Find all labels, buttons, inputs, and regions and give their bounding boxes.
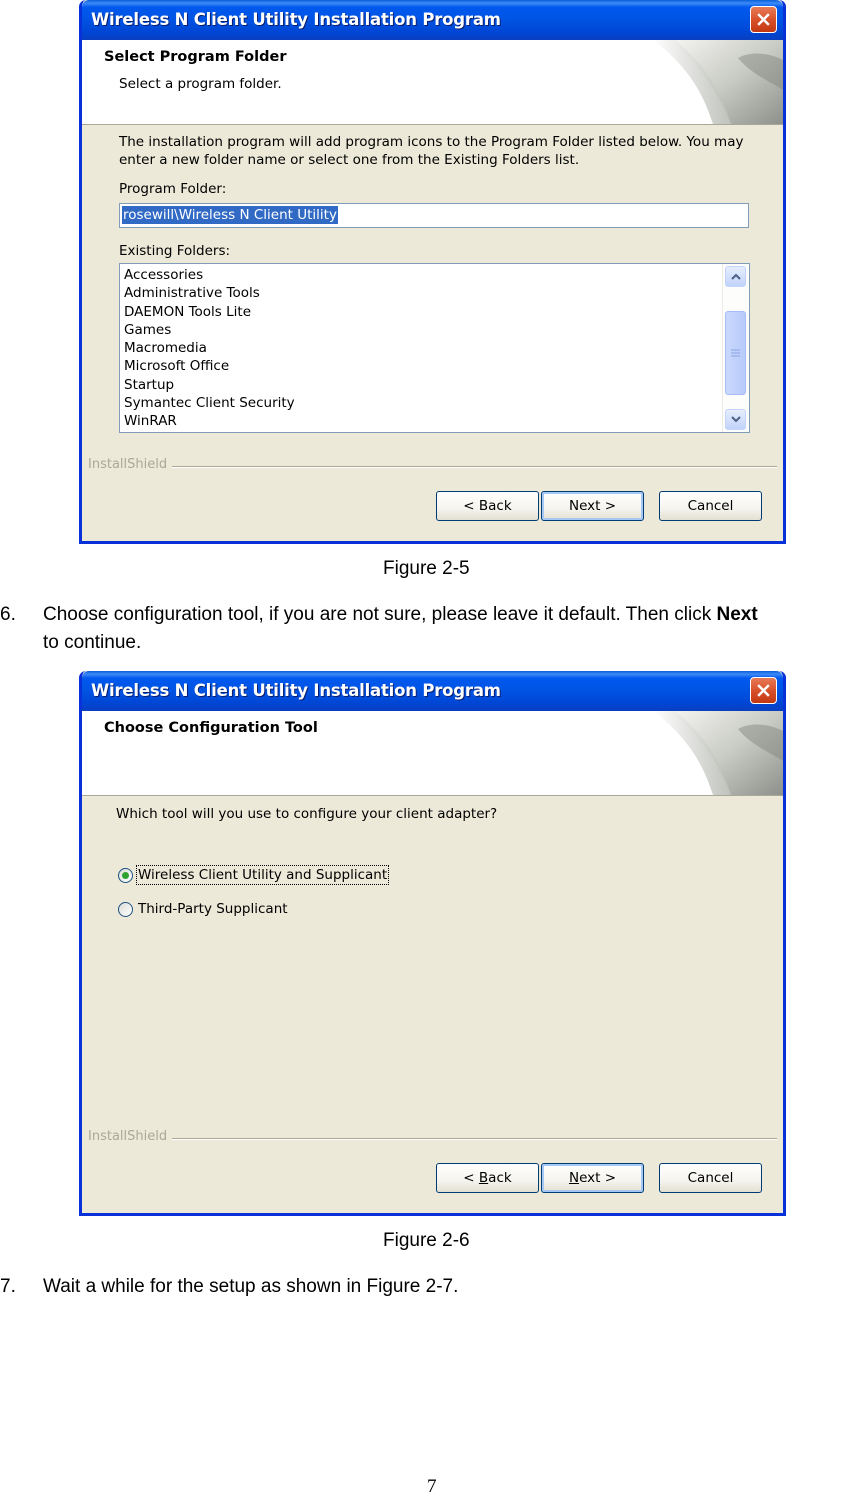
step-6-text: Choose configuration tool, if you are no… [43,601,758,628]
next-button-rest: ext > [579,1170,617,1186]
chevron-down-icon [730,416,741,423]
folder-list-item[interactable]: Accessories [124,266,295,284]
figure-2-5-caption: Figure 2-5 [383,558,470,579]
folder-list-item[interactable]: WinRAR [124,412,295,430]
installshield-header-art-icon [653,711,783,795]
option-wireless-client-utility-label[interactable]: Wireless Client Utility and Supplicant [135,865,390,885]
folder-list-item[interactable]: DAEMON Tools Lite [124,303,295,321]
radio-selected-dot [122,872,129,879]
header-subtitle: Select a program folder. [119,76,282,92]
step-6-text-line-2: to continue. [43,632,142,653]
existing-folders-label: Existing Folders: [119,243,231,259]
program-folder-label: Program Folder: [119,181,227,197]
folder-list-item[interactable]: Games [124,321,295,339]
header-panel: Select Program Folder Select a program f… [82,40,783,125]
radio-wireless-client-utility[interactable] [118,868,133,883]
scroll-down-button[interactable] [725,409,746,430]
header-title: Select Program Folder [104,49,287,65]
step-6-text-bold: Next [716,604,758,625]
back-button-prefix: < [463,1170,479,1186]
program-folder-value: rosewill\Wireless N Client Utility [122,206,338,224]
program-folder-input[interactable]: rosewill\Wireless N Client Utility [119,203,749,228]
folders-scrollbar[interactable] [722,264,749,432]
back-button[interactable]: < Back [436,491,539,521]
back-button-rest: ack [488,1170,512,1186]
option-third-party-supplicant-label[interactable]: Third-Party Supplicant [137,900,289,918]
separator [172,1138,777,1140]
grip-icon [731,349,740,357]
close-icon [757,13,770,26]
installshield-label: InstallShield [88,1129,168,1144]
folder-list-item[interactable]: Symantec Client Security [124,394,295,412]
figure-2-6-caption: Figure 2-6 [383,1230,470,1251]
close-icon [757,684,770,697]
scroll-thumb[interactable] [725,311,746,395]
step-6-text-main: Choose configuration tool, if you are no… [43,604,717,625]
folder-list-item[interactable]: Macromedia [124,339,295,357]
step-7-number: 7. [0,1276,16,1297]
scroll-up-button[interactable] [725,266,746,287]
chevron-up-icon [730,273,741,280]
radio-third-party-supplicant[interactable] [118,902,133,917]
question-text: Which tool will you use to configure you… [116,806,498,822]
installshield-label: InstallShield [88,457,168,472]
title-bar: Wireless N Client Utility Installation P… [82,671,783,711]
step-6-number: 6. [0,604,16,625]
close-button[interactable] [750,677,777,704]
back-button[interactable]: < Back [436,1163,539,1193]
description-line-1: The installation program will add progra… [119,134,744,150]
back-button-mnemonic: B [478,1170,489,1186]
next-button[interactable]: Next > [541,491,644,521]
existing-folders-list[interactable]: Accessories Administrative Tools DAEMON To… [119,263,750,433]
select-program-folder-dialog: Wireless N Client Utility Installation P… [79,0,786,544]
header-title: Choose Configuration Tool [104,720,318,736]
separator [172,466,777,468]
title-bar: Wireless N Client Utility Installation P… [82,0,783,40]
folder-list-item[interactable]: Startup [124,376,295,394]
folder-list-item[interactable]: Microsoft Office [124,357,295,375]
next-button-mnemonic: N [568,1170,580,1186]
installshield-header-art-icon [653,40,783,124]
cancel-button[interactable]: Cancel [659,491,762,521]
choose-configuration-tool-dialog: Wireless N Client Utility Installation P… [79,671,786,1216]
cancel-button[interactable]: Cancel [659,1163,762,1193]
folder-list-item[interactable]: Administrative Tools [124,284,295,302]
window-title: Wireless N Client Utility Installation P… [91,10,501,29]
description-line-2: enter a new folder name or select one fr… [119,152,580,168]
folder-items: Accessories Administrative Tools DAEMON To… [124,266,295,431]
window-title: Wireless N Client Utility Installation P… [91,681,501,700]
next-button[interactable]: Next > [541,1163,644,1193]
header-panel: Choose Configuration Tool [82,711,783,796]
step-7-text: Wait a while for the setup as shown in F… [43,1276,459,1297]
close-button[interactable] [750,6,777,33]
